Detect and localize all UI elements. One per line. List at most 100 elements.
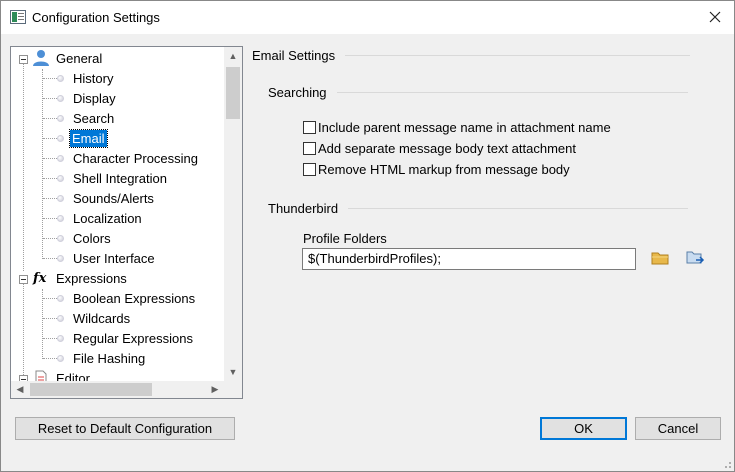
tree-item-colors[interactable]: Colors bbox=[71, 228, 113, 248]
tree-item-label: File Hashing bbox=[73, 350, 146, 366]
tree-connector bbox=[43, 178, 57, 179]
resize-grip-icon[interactable] bbox=[722, 459, 732, 469]
scroll-up-icon[interactable]: ▲ bbox=[224, 47, 242, 65]
tree-connector bbox=[43, 298, 57, 299]
bullet-icon bbox=[57, 255, 64, 262]
folder-arrow-icon bbox=[686, 251, 705, 264]
option-add-body-attachment[interactable]: Add separate message body text attachmen… bbox=[303, 141, 576, 156]
tree-item-label: Localization bbox=[73, 210, 142, 226]
tree-horizontal-scrollbar[interactable]: ◀ ▶ bbox=[11, 381, 224, 398]
divider bbox=[348, 208, 688, 209]
tree-item-label: Display bbox=[73, 90, 116, 106]
bullet-icon bbox=[57, 115, 64, 122]
tree-item-email[interactable]: Email bbox=[69, 128, 108, 148]
bullet-icon bbox=[57, 215, 64, 222]
divider bbox=[345, 55, 690, 56]
tree-item-label: Email bbox=[69, 128, 108, 148]
tree-item-label: Shell Integration bbox=[73, 170, 167, 186]
window-title: Configuration Settings bbox=[32, 10, 160, 25]
tree-connector bbox=[43, 218, 57, 219]
tree-connector bbox=[43, 138, 57, 139]
configuration-settings-dialog: Configuration Settings General History D… bbox=[0, 0, 735, 472]
bullet-icon bbox=[57, 335, 64, 342]
tree-item-label: Wildcards bbox=[73, 310, 131, 326]
tree-vertical-scrollbar[interactable]: ▲ ▼ bbox=[224, 47, 242, 381]
tree-item-label: General bbox=[56, 50, 103, 66]
collapse-expressions-toggle[interactable] bbox=[19, 275, 28, 284]
tree-item-label: Character Processing bbox=[73, 150, 198, 166]
bullet-icon bbox=[57, 235, 64, 242]
tree-item-localization[interactable]: Localization bbox=[71, 208, 144, 228]
tree-connector bbox=[23, 61, 24, 271]
tree-item-file-hashing[interactable]: File Hashing bbox=[71, 348, 147, 368]
bullet-icon bbox=[57, 195, 64, 202]
checkbox-label: Include parent message name in attachmen… bbox=[318, 120, 611, 135]
scroll-right-icon[interactable]: ▶ bbox=[206, 381, 224, 398]
tree-item-expressions[interactable]: fx Expressions bbox=[33, 268, 129, 288]
tree-item-user-interface[interactable]: User Interface bbox=[71, 248, 157, 268]
bullet-icon bbox=[57, 135, 64, 142]
tree-item-display[interactable]: Display bbox=[71, 88, 118, 108]
bullet-icon bbox=[57, 95, 64, 102]
checkbox[interactable] bbox=[303, 121, 316, 134]
tree-item-label: Boolean Expressions bbox=[73, 290, 196, 306]
page-title: Email Settings bbox=[252, 48, 336, 63]
tree-item-label: Expressions bbox=[56, 270, 127, 286]
option-include-parent-name[interactable]: Include parent message name in attachmen… bbox=[303, 120, 611, 135]
tree-item-regular-expressions[interactable]: Regular Expressions bbox=[71, 328, 195, 348]
add-folder-button[interactable] bbox=[685, 248, 707, 268]
browse-folder-button[interactable] bbox=[649, 248, 671, 268]
close-button[interactable] bbox=[704, 6, 726, 28]
tree-connector bbox=[43, 338, 57, 339]
bullet-icon bbox=[57, 355, 64, 362]
divider bbox=[336, 92, 688, 93]
close-icon bbox=[709, 11, 721, 23]
tree-item-history[interactable]: History bbox=[71, 68, 115, 88]
tree-item-general[interactable]: General bbox=[31, 48, 104, 68]
tree-connector bbox=[42, 289, 43, 359]
settings-tree[interactable]: General History Display Search Email Cha… bbox=[10, 46, 243, 399]
tree-item-label: Regular Expressions bbox=[73, 330, 193, 346]
tree-connector bbox=[43, 118, 57, 119]
tree-connector bbox=[43, 258, 57, 259]
option-remove-html-markup[interactable]: Remove HTML markup from message body bbox=[303, 162, 570, 177]
app-icon bbox=[10, 10, 26, 24]
thunderbird-section-header: Thunderbird bbox=[268, 201, 688, 216]
tree-viewport: General History Display Search Email Cha… bbox=[11, 47, 224, 381]
profile-folders-input[interactable]: $(ThunderbirdProfiles); bbox=[302, 248, 636, 270]
tree-item-boolean-expressions[interactable]: Boolean Expressions bbox=[71, 288, 197, 308]
tree-item-editor[interactable]: Editor bbox=[33, 368, 92, 381]
document-icon bbox=[35, 370, 47, 381]
tree-connector bbox=[43, 238, 57, 239]
title-bar: Configuration Settings bbox=[1, 1, 734, 34]
checkbox-label: Remove HTML markup from message body bbox=[318, 162, 570, 177]
checkbox[interactable] bbox=[303, 163, 316, 176]
tree-connector bbox=[23, 281, 24, 381]
tree-item-sounds-alerts[interactable]: Sounds/Alerts bbox=[71, 188, 156, 208]
bullet-icon bbox=[57, 155, 64, 162]
folder-icon bbox=[651, 252, 669, 265]
reset-to-default-button[interactable]: Reset to Default Configuration bbox=[15, 417, 235, 440]
ok-button[interactable]: OK bbox=[540, 417, 627, 440]
tree-item-label: History bbox=[73, 70, 114, 86]
scrollbar-thumb[interactable] bbox=[226, 67, 240, 119]
checkbox[interactable] bbox=[303, 142, 316, 155]
bullet-icon bbox=[57, 315, 64, 322]
tree-item-shell-integration[interactable]: Shell Integration bbox=[71, 168, 169, 188]
tree-item-search[interactable]: Search bbox=[71, 108, 116, 128]
tree-connector bbox=[43, 198, 57, 199]
cancel-button[interactable]: Cancel bbox=[635, 417, 721, 440]
tree-item-label: Sounds/Alerts bbox=[73, 190, 154, 206]
section-title-thunderbird: Thunderbird bbox=[268, 201, 339, 216]
user-icon bbox=[33, 50, 49, 66]
tree-item-wildcards[interactable]: Wildcards bbox=[71, 308, 132, 328]
fx-icon: fx bbox=[33, 270, 47, 286]
scrollbar-thumb[interactable] bbox=[30, 383, 152, 396]
bullet-icon bbox=[57, 175, 64, 182]
tree-connector bbox=[43, 78, 57, 79]
scroll-left-icon[interactable]: ◀ bbox=[11, 381, 29, 398]
collapse-general-toggle[interactable] bbox=[19, 55, 28, 64]
scroll-down-icon[interactable]: ▼ bbox=[224, 363, 242, 381]
tree-item-label: User Interface bbox=[73, 250, 155, 266]
tree-item-character-processing[interactable]: Character Processing bbox=[71, 148, 200, 168]
